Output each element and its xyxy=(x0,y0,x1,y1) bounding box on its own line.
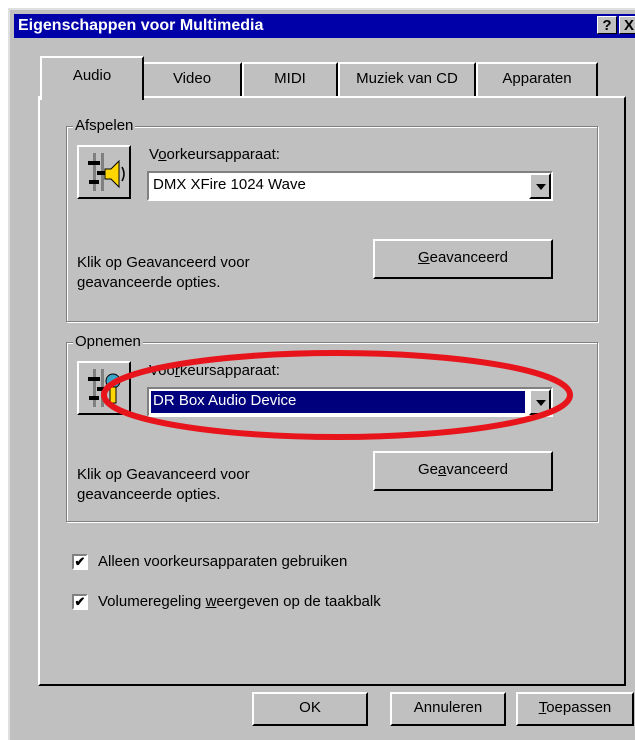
playback-info-line2: geavanceerde opties. xyxy=(77,274,221,291)
playback-preferred-label: Voorkeursapparaat: xyxy=(149,146,280,163)
tab-video[interactable]: Video xyxy=(142,62,242,96)
chevron-down-icon[interactable] xyxy=(529,173,551,199)
close-button[interactable]: X xyxy=(619,16,635,34)
chevron-down-icon[interactable] xyxy=(529,389,551,415)
playback-info-line1: Klik op Geavanceerd voor xyxy=(77,254,250,271)
recording-device-value: DR Box Audio Device xyxy=(151,391,525,413)
volume-taskbar-checkbox[interactable]: ✔ xyxy=(72,594,88,610)
audio-tab-panel: Afspelen Voorkeursapparaat: DMX XFire 10… xyxy=(38,96,626,686)
recording-group: Opnemen Voorkeursapparaat: DR Box Audio … xyxy=(66,333,598,522)
recording-preferred-label: Voorkeursapparaat: xyxy=(149,362,280,379)
volume-taskbar-label: Volumeregeling weergeven op de taakbalk xyxy=(98,593,381,610)
recording-info-line2: geavanceerde opties. xyxy=(77,486,221,503)
title-bar: Eigenschappen voor Multimedia ? X xyxy=(14,14,635,38)
recording-info-line1: Klik op Geavanceerd voor xyxy=(77,466,250,483)
playback-device-value: DMX XFire 1024 Wave xyxy=(153,176,306,193)
only-preferred-checkbox[interactable]: ✔ xyxy=(72,554,88,570)
dialog-window: Eigenschappen voor Multimedia ? X Audio … xyxy=(8,8,635,740)
apply-button[interactable]: Toepassen xyxy=(516,692,634,726)
tab-apparaten[interactable]: Apparaten xyxy=(476,62,598,96)
playback-group: Afspelen Voorkeursapparaat: DMX XFire 10… xyxy=(66,117,598,322)
recording-group-label: Opnemen xyxy=(73,333,143,351)
speaker-device-icon xyxy=(77,145,131,199)
microphone-device-icon xyxy=(77,361,131,415)
recording-advanced-button[interactable]: Geavanceerd xyxy=(373,451,553,491)
playback-advanced-button[interactable]: Geavanceerd xyxy=(373,239,553,279)
tab-midi[interactable]: MIDI xyxy=(242,62,338,96)
tab-muziek-van-cd[interactable]: Muziek van CD xyxy=(338,62,476,96)
help-button[interactable]: ? xyxy=(597,16,617,34)
playback-device-select[interactable]: DMX XFire 1024 Wave xyxy=(147,171,553,201)
window-title: Eigenschappen voor Multimedia xyxy=(18,17,264,34)
tab-audio[interactable]: Audio xyxy=(40,56,144,100)
only-preferred-label: Alleen voorkeursapparaten gebruiken xyxy=(98,553,348,570)
cancel-button[interactable]: Annuleren xyxy=(390,692,506,726)
playback-group-label: Afspelen xyxy=(73,117,136,135)
recording-device-select[interactable]: DR Box Audio Device xyxy=(147,387,553,417)
ok-button[interactable]: OK xyxy=(252,692,368,726)
